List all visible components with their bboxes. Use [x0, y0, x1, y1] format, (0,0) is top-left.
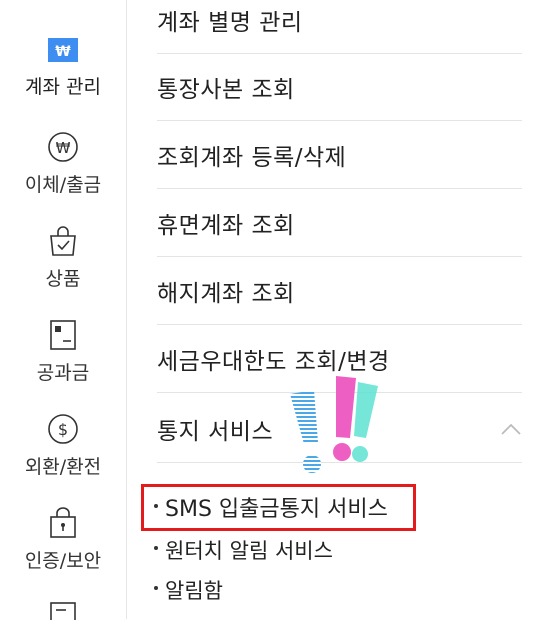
- document-edit-icon: [50, 602, 76, 620]
- svg-text:₩: ₩: [56, 139, 71, 157]
- sidebar-item-label: 계좌 관리: [25, 76, 101, 98]
- menu-item-account-nickname[interactable]: 계좌 별명 관리: [157, 0, 522, 54]
- svg-text:₩: ₩: [55, 44, 71, 60]
- sidebar-item-account-management[interactable]: ₩ 계좌 관리: [0, 36, 126, 99]
- bullet-dot: [154, 586, 158, 590]
- sidebar-item-security[interactable]: 인증/보안: [0, 506, 126, 573]
- sidebar-item-transfer[interactable]: ₩ 이체/출금: [0, 130, 126, 197]
- menu-item-label: 통지 서비스: [157, 419, 274, 445]
- submenu-item-one-touch-alert[interactable]: 원터치 알림 서비스: [154, 535, 333, 565]
- menu-item-label: 휴면계좌 조회: [157, 213, 295, 239]
- menu-item-label: 해지계좌 조회: [157, 281, 295, 307]
- sidebar-item-utility-bills[interactable]: 공과금: [0, 318, 126, 385]
- sidebar-item-label: 공과금: [36, 362, 90, 384]
- highlight-box: [141, 484, 416, 531]
- lock-icon: [50, 507, 76, 538]
- chevron-up-icon[interactable]: [500, 422, 522, 436]
- sidebar-item-foreign-exchange[interactable]: $ 외환/환전: [0, 412, 126, 479]
- menu-item-label: 세금우대한도 조회/변경: [157, 349, 390, 375]
- menu-item-register-delete-account[interactable]: 조회계좌 등록/삭제: [157, 122, 522, 189]
- menu-item-passbook-copy[interactable]: 통장사본 조회: [157, 54, 522, 121]
- shopping-bag-icon: [50, 226, 76, 256]
- sidebar-item-label: 이체/출금: [24, 174, 102, 196]
- svg-text:$: $: [58, 420, 68, 439]
- sidebar-item-label: 인증/보안: [24, 550, 102, 572]
- sidebar-item-document[interactable]: [0, 600, 126, 620]
- exclamation-marks-icon: [290, 376, 378, 473]
- won-circle-icon: ₩: [48, 132, 78, 162]
- sidebar-item-label: 상품: [45, 268, 81, 290]
- won-card-icon: ₩: [48, 38, 78, 62]
- bullet-dot: [154, 546, 158, 550]
- menu-item-label: 조회계좌 등록/삭제: [157, 145, 347, 171]
- submenu-item-label: 알림함: [165, 579, 223, 603]
- menu-item-dormant-account[interactable]: 휴면계좌 조회: [157, 190, 522, 257]
- menu-item-closed-account[interactable]: 해지계좌 조회: [157, 258, 522, 325]
- submenu-item-label: 원터치 알림 서비스: [165, 539, 333, 563]
- sidebar: ₩ 계좌 관리 ₩ 이체/출금 상품 공과금 $ 외환/환전 인증/보안: [0, 0, 127, 620]
- menu-item-label: 계좌 별명 관리: [157, 10, 303, 36]
- sidebar-item-products[interactable]: 상품: [0, 224, 126, 291]
- menu-item-label: 통장사본 조회: [157, 77, 295, 103]
- submenu-item-inbox[interactable]: 알림함: [154, 575, 223, 605]
- bill-icon: [50, 320, 76, 350]
- dollar-circle-icon: $: [48, 414, 78, 444]
- sidebar-item-label: 외환/환전: [24, 456, 102, 478]
